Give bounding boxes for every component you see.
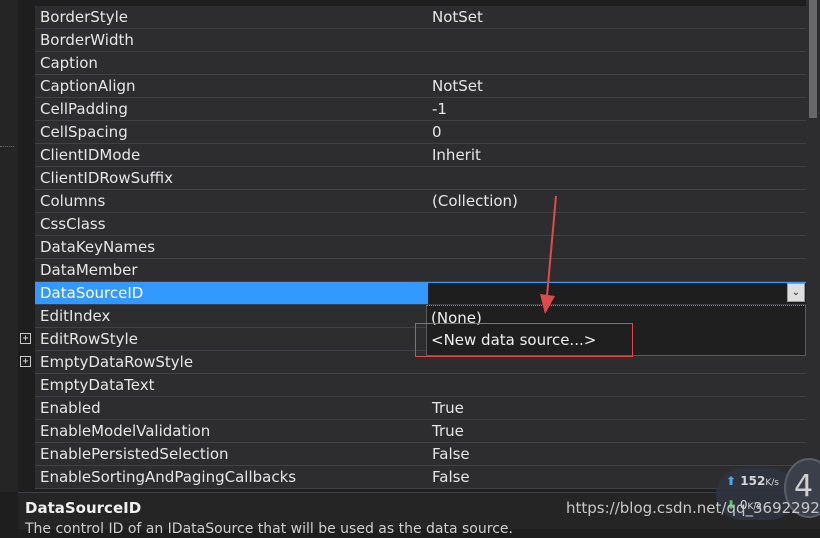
property-row[interactable]: BorderStyle NotSet [18, 6, 806, 29]
property-value[interactable]: 0 [428, 121, 806, 143]
property-row[interactable]: ClientIDRowSuffix [18, 167, 806, 190]
property-name[interactable]: Columns [35, 190, 428, 212]
property-value[interactable] [428, 213, 806, 235]
plus-expander-icon[interactable]: + [20, 356, 31, 367]
property-name[interactable]: DataMember [35, 259, 428, 281]
property-row[interactable]: CellPadding -1 [18, 98, 806, 121]
property-row[interactable]: Enabled True [18, 397, 806, 420]
chevron-down-icon[interactable]: ⌄ [787, 283, 805, 302]
property-value[interactable]: False [428, 443, 806, 465]
property-row[interactable]: Columns (Collection) [18, 190, 806, 213]
property-row[interactable]: EmptyDataText [18, 374, 806, 397]
annotation-highlight-box [415, 323, 633, 357]
description-text: The control ID of an IDataSource that wi… [25, 521, 513, 537]
vertical-scrollbar[interactable] [806, 0, 820, 492]
upload-value: 152 [740, 474, 766, 488]
property-value[interactable] [428, 236, 806, 258]
property-row[interactable]: BorderWidth [18, 29, 806, 52]
property-name[interactable]: EditRowStyle [35, 328, 428, 350]
property-value[interactable] [428, 374, 806, 396]
upload-arrow-icon: ⬆ [726, 474, 737, 488]
property-value[interactable] [428, 259, 806, 281]
property-name[interactable]: BorderWidth [35, 29, 428, 51]
property-value[interactable] [428, 167, 806, 189]
property-name[interactable]: EnablePersistedSelection [35, 443, 428, 465]
property-row[interactable]: DataKeyNames [18, 236, 806, 259]
row-separator [35, 488, 806, 489]
property-row[interactable]: Caption [18, 52, 806, 75]
plus-expander-icon[interactable]: + [20, 333, 31, 344]
property-name[interactable]: DataSourceID [35, 282, 428, 304]
property-row[interactable]: DataMember [18, 259, 806, 282]
description-title: DataSourceID [25, 499, 142, 517]
property-row[interactable]: ClientIDMode Inherit [18, 144, 806, 167]
property-name[interactable]: EmptyDataRowStyle [35, 351, 428, 373]
property-value[interactable]: True [428, 397, 806, 419]
property-name[interactable]: EnableSortingAndPagingCallbacks [35, 466, 428, 488]
upload-speed: ⬆ 152K/s [726, 474, 779, 488]
property-value[interactable]: -1 [428, 98, 806, 120]
property-name[interactable]: Enabled [35, 397, 428, 419]
property-name[interactable]: CssClass [35, 213, 428, 235]
watermark-url: https://blog.csdn.net/qq_36922927 [566, 499, 820, 517]
property-name[interactable]: BorderStyle [35, 6, 428, 28]
property-value[interactable] [428, 52, 806, 74]
property-name[interactable]: ClientIDRowSuffix [35, 167, 428, 189]
property-name[interactable]: CaptionAlign [35, 75, 428, 97]
property-value[interactable] [428, 282, 806, 304]
property-name[interactable]: CellSpacing [35, 121, 428, 143]
margin-dotted-line [0, 146, 14, 147]
property-name[interactable]: Caption [35, 52, 428, 74]
property-name[interactable]: CellPadding [35, 98, 428, 120]
property-row[interactable]: CellSpacing 0 [18, 121, 806, 144]
property-name[interactable]: ClientIDMode [35, 144, 428, 166]
property-value[interactable]: (Collection) [428, 190, 806, 212]
property-value[interactable]: Inherit [428, 144, 806, 166]
property-grid: BorderStyle NotSet BorderWidth Caption Capti… [18, 6, 806, 490]
property-row[interactable]: CaptionAlign NotSet [18, 75, 806, 98]
upload-unit: K/s [765, 478, 779, 488]
property-value[interactable]: NotSet [428, 6, 806, 28]
scrollbar-thumb[interactable] [809, 0, 817, 118]
property-row[interactable]: EnablePersistedSelection False [18, 443, 806, 466]
left-margin [0, 0, 18, 492]
property-name[interactable]: EmptyDataText [35, 374, 428, 396]
property-row[interactable]: EnableModelValidation True [18, 420, 806, 443]
property-row[interactable]: DataSourceID [18, 282, 806, 305]
property-row[interactable]: EnableSortingAndPagingCallbacks False [18, 466, 806, 489]
property-name[interactable]: EnableModelValidation [35, 420, 428, 442]
property-value[interactable] [428, 29, 806, 51]
property-row[interactable]: CssClass [18, 213, 806, 236]
property-name[interactable]: EditIndex [35, 305, 428, 327]
property-value[interactable]: True [428, 420, 806, 442]
property-value[interactable]: NotSet [428, 75, 806, 97]
property-name[interactable]: DataKeyNames [35, 236, 428, 258]
